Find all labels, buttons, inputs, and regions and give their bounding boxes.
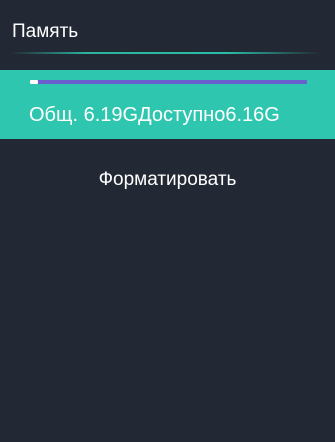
storage-usage-fill [30, 80, 39, 84]
header-divider [10, 52, 320, 54]
available-label: Доступно [138, 104, 226, 126]
total-value: 6.19G [83, 104, 139, 126]
storage-usage-bar [30, 80, 307, 84]
available-value: 6.16G [225, 104, 280, 126]
storage-summary: Общ. 6.19GДоступно6.16G [29, 103, 280, 127]
storage-info-row[interactable]: Общ. 6.19GДоступно6.16G [0, 70, 335, 139]
header: Память [0, 0, 335, 70]
page-title: Память [12, 21, 79, 42]
format-button[interactable]: Форматировать [0, 160, 335, 200]
total-label: Общ. [29, 104, 79, 126]
